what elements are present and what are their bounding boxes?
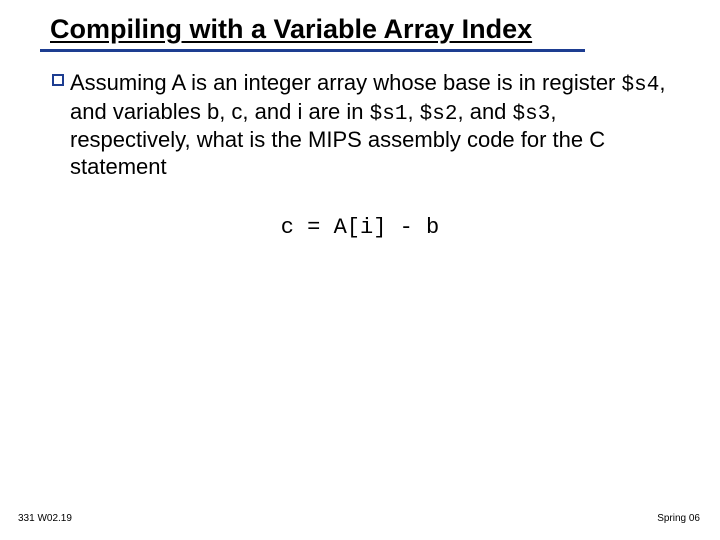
footer-left: 331 W02.19 xyxy=(18,513,72,524)
slide-title-underline: Compiling with a Variable Array Index xyxy=(50,14,532,45)
square-bullet-icon xyxy=(52,74,64,86)
title-divider xyxy=(40,49,585,52)
body-text-3: , xyxy=(407,99,419,124)
footer-right: Spring 06 xyxy=(657,513,700,524)
register-s2: $s2 xyxy=(420,103,458,126)
body-text-4: , and xyxy=(457,99,512,124)
body-text-1: Assuming A is an integer array whose bas… xyxy=(70,70,622,95)
register-s1: $s1 xyxy=(370,103,408,126)
body-paragraph: Assuming A is an integer array whose bas… xyxy=(70,70,670,181)
slide: Compiling with a Variable Array Index As… xyxy=(0,0,720,540)
code-statement: c = A[i] - b xyxy=(0,215,720,240)
register-s3: $s3 xyxy=(513,103,551,126)
register-s4: $s4 xyxy=(622,74,660,97)
slide-title: Compiling with a Variable Array Index xyxy=(50,14,532,44)
